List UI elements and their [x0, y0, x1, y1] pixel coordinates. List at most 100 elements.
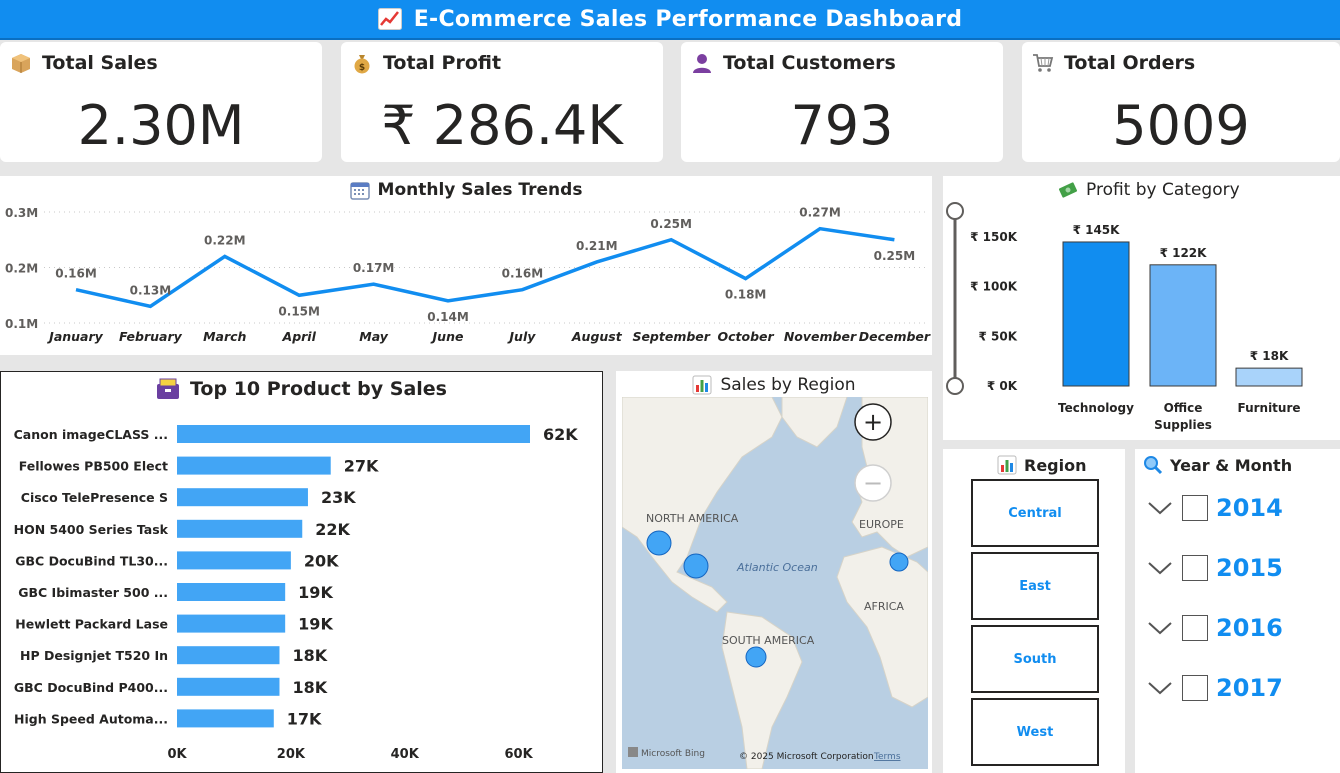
- product-bar[interactable]: [177, 677, 280, 696]
- zoom-in-icon: +: [863, 408, 883, 436]
- region-option-east[interactable]: East: [971, 552, 1099, 620]
- region-slicer-header: Region: [997, 455, 1087, 475]
- region-option-west[interactable]: West: [971, 698, 1099, 766]
- bing-logo-text: Microsoft Bing: [641, 749, 705, 759]
- svg-text:$: $: [359, 63, 365, 73]
- product-label: High Speed Automa...: [14, 711, 168, 726]
- product-bar[interactable]: [177, 519, 303, 538]
- top-products-chart[interactable]: Canon imageCLASS ... 62K Fellowes PB500 El…: [1, 372, 602, 772]
- data-label: 0.14M: [427, 310, 469, 324]
- year-checkbox[interactable]: [1182, 615, 1208, 641]
- range-slider-handle-bottom[interactable]: [946, 377, 964, 395]
- chevron-down-icon[interactable]: [1146, 618, 1174, 638]
- product-bar[interactable]: [177, 551, 291, 570]
- product-bar[interactable]: [177, 425, 530, 443]
- dashboard-title: E-Commerce Sales Performance Dashboard: [413, 6, 963, 32]
- x-tick-label: Furniture: [1237, 401, 1300, 415]
- product-label: HP Designjet T520 In: [20, 648, 168, 663]
- x-tick-label: Supplies: [1154, 418, 1212, 432]
- year-checkbox[interactable]: [1182, 675, 1208, 701]
- bar-value-label: ₹ 122K: [1160, 246, 1208, 260]
- y-tick-label: ₹ 0K: [987, 379, 1018, 393]
- y-tick-label: ₹ 150K: [970, 230, 1018, 244]
- monthly-sales-card: Monthly Sales Trends 0.1M 0.2M 0.3M 0.16M Ja…: [0, 176, 932, 355]
- product-label: GBC DocuBind P400...: [14, 680, 168, 695]
- sales-trend-line[interactable]: [75, 226, 895, 309]
- product-bar[interactable]: [177, 614, 286, 633]
- year-row-2015[interactable]: 2015: [1146, 554, 1283, 582]
- x-tick-label: February: [119, 329, 183, 344]
- product-label: GBC DocuBind TL30...: [15, 553, 168, 568]
- x-tick-label: 0K: [167, 747, 187, 762]
- chart-increasing-icon: [377, 8, 402, 30]
- product-bar[interactable]: [177, 646, 280, 665]
- chevron-down-icon[interactable]: [1146, 498, 1174, 518]
- year-label: 2015: [1216, 554, 1283, 582]
- map-bubble-central[interactable]: [683, 553, 709, 579]
- category-bar[interactable]: [1062, 241, 1130, 387]
- kpi-card-total-profit: $ Total Profit ₹ 286.4K: [341, 42, 663, 162]
- top-products-card: Top 10 Product by Sales Canon imageCLASS…: [0, 371, 603, 773]
- x-tick-label: Technology: [1058, 401, 1134, 415]
- bar-value-label: 22K: [315, 520, 350, 539]
- bar-value-label: 20K: [304, 551, 339, 570]
- x-tick-label: June: [430, 329, 464, 344]
- x-tick-label: August: [571, 329, 623, 344]
- region-map[interactable]: NORTH AMERICA EUROPE AFRICA SOUTH AMERIC…: [622, 397, 928, 769]
- category-bar[interactable]: [1235, 367, 1303, 387]
- range-slider-handle-top[interactable]: [946, 202, 964, 220]
- sales-by-region-title: Sales by Region: [720, 375, 856, 395]
- year-row-2017[interactable]: 2017: [1146, 674, 1283, 702]
- region-option-central[interactable]: Central: [971, 479, 1099, 547]
- map-label-atlantic: Atlantic Ocean: [736, 561, 818, 574]
- year-label: 2014: [1216, 494, 1283, 522]
- chevron-down-icon[interactable]: [1146, 678, 1174, 698]
- bar-value-label: 23K: [321, 488, 356, 507]
- map-bubble-south[interactable]: [745, 646, 767, 668]
- product-bar[interactable]: [177, 456, 331, 475]
- dashboard-header: E-Commerce Sales Performance Dashboard: [0, 0, 1340, 40]
- year-row-2014[interactable]: 2014: [1146, 494, 1283, 522]
- kpi-value: 5009: [1112, 94, 1250, 157]
- x-tick-label: September: [632, 329, 710, 344]
- kpi-card-total-orders: Total Orders 5009: [1022, 42, 1340, 162]
- sales-by-region-header: Sales by Region: [616, 375, 932, 395]
- year-checkbox[interactable]: [1182, 555, 1208, 581]
- product-bar[interactable]: [177, 488, 308, 507]
- kpi-label: Total Sales: [42, 52, 158, 74]
- data-label: 0.15M: [278, 304, 320, 318]
- year-row-2016[interactable]: 2016: [1146, 614, 1283, 642]
- bar-value-label: ₹ 18K: [1250, 349, 1289, 363]
- category-bar[interactable]: [1149, 264, 1217, 387]
- product-label: HON 5400 Series Task: [14, 522, 169, 537]
- map-bubble-west[interactable]: [646, 530, 672, 556]
- data-label: 0.17M: [353, 261, 395, 275]
- year-checkbox[interactable]: [1182, 495, 1208, 521]
- product-label: Hewlett Packard Lase: [15, 617, 168, 632]
- magnifier-icon: [1144, 456, 1163, 475]
- bar-chart-icon: [692, 375, 712, 395]
- profit-by-category-chart[interactable]: ₹ 0K ₹ 50K ₹ 100K ₹ 150K ₹ 145K Technology ₹ 1…: [943, 176, 1340, 440]
- year-label: 2017: [1216, 674, 1283, 702]
- chevron-down-icon[interactable]: [1146, 558, 1174, 578]
- data-label: 0.21M: [576, 239, 618, 253]
- bing-logo-icon: [628, 747, 638, 757]
- data-label: 0.18M: [725, 288, 767, 302]
- data-label: 0.27M: [799, 206, 841, 220]
- profit-by-category-card: Profit by Category ₹ 0K ₹ 50K ₹ 100K ₹ 150K…: [943, 176, 1340, 440]
- product-bar[interactable]: [177, 709, 274, 728]
- x-tick-label: 20K: [277, 747, 306, 762]
- kpi-card-total-sales: Total Sales 2.30M: [0, 42, 322, 162]
- product-bar[interactable]: [177, 583, 286, 601]
- bar-value-label: 18K: [292, 678, 327, 697]
- bar-value-label: 19K: [298, 583, 333, 602]
- package-icon: [12, 54, 30, 73]
- map-label-europe: EUROPE: [859, 518, 904, 531]
- map-terms-link[interactable]: Terms: [873, 752, 901, 762]
- monthly-sales-chart[interactable]: 0.1M 0.2M 0.3M 0.16M January 0.13M February 0.2…: [0, 176, 932, 355]
- data-label: 0.16M: [55, 267, 97, 281]
- data-label: 0.25M: [650, 217, 692, 231]
- map-label-africa: AFRICA: [864, 600, 904, 613]
- map-bubble-east[interactable]: [889, 552, 909, 572]
- region-option-south[interactable]: South: [971, 625, 1099, 693]
